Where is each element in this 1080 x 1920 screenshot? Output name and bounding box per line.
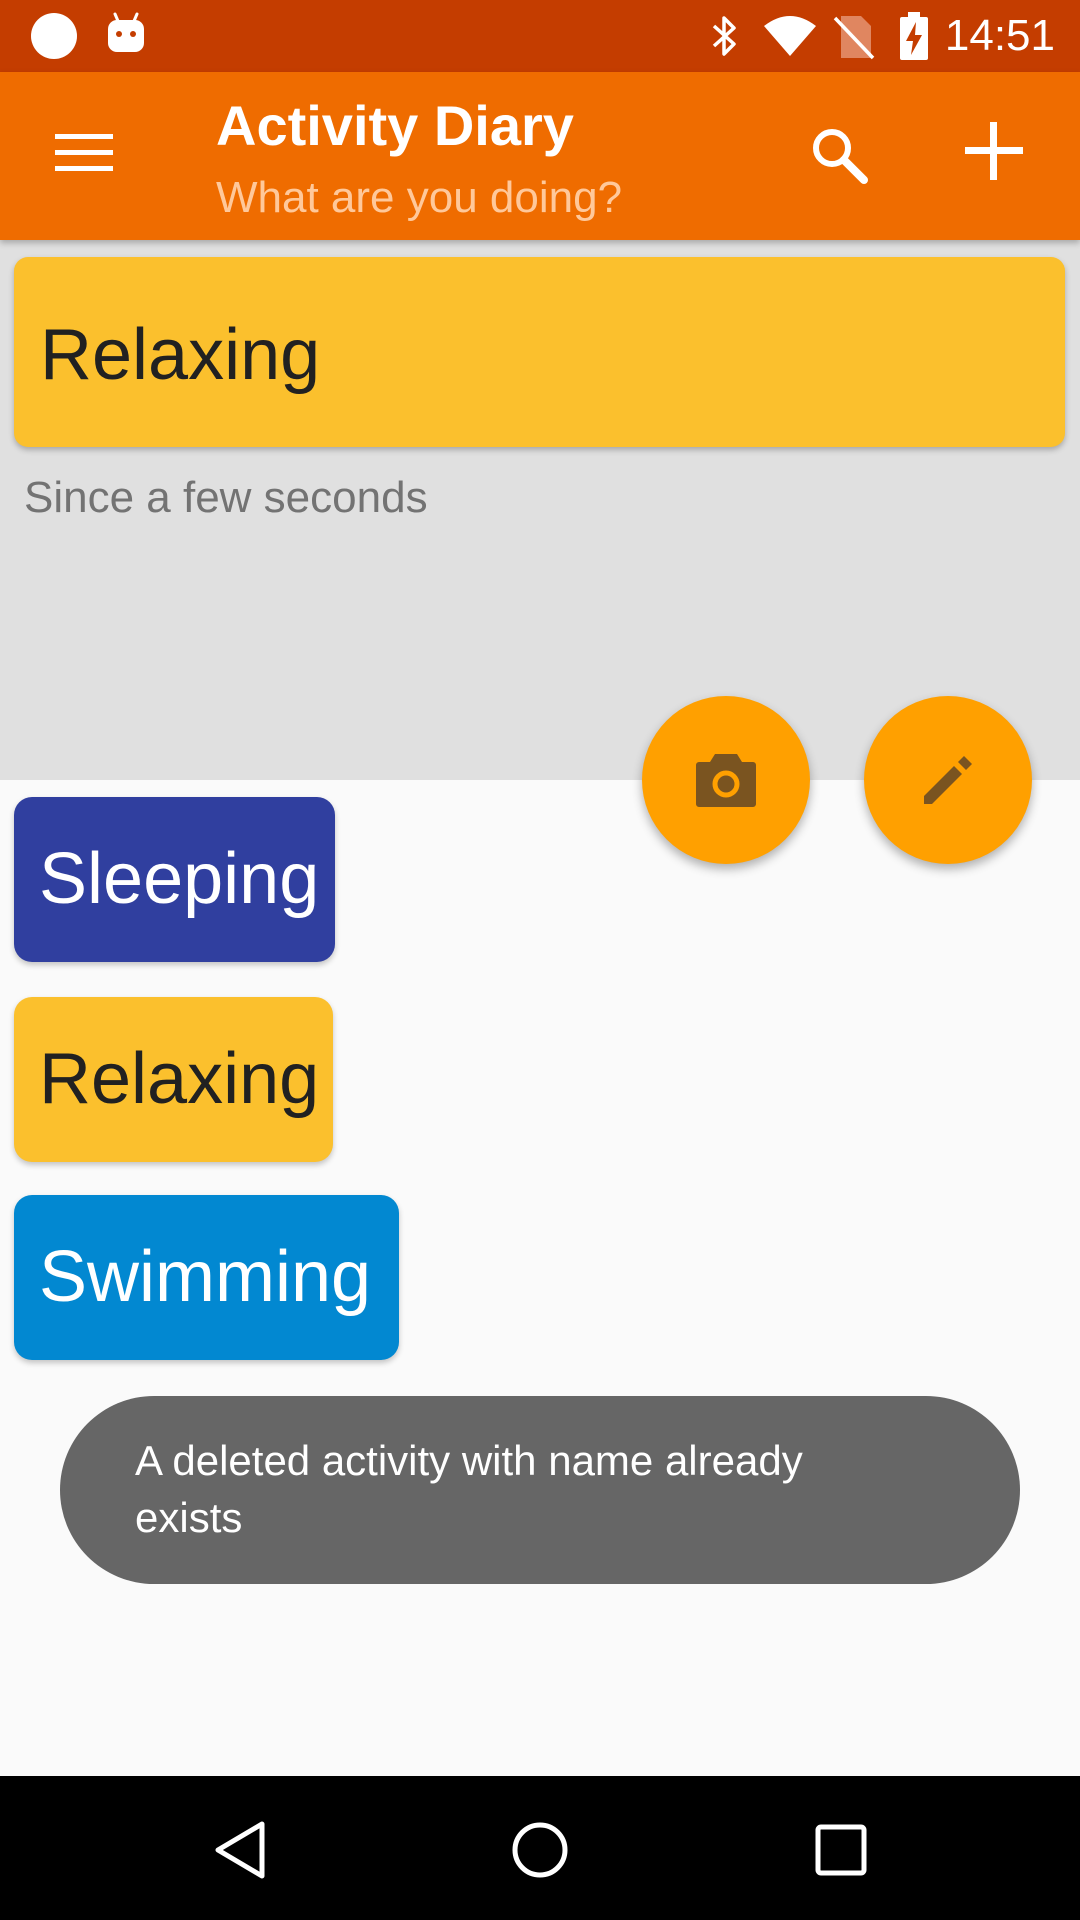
bluetooth-icon xyxy=(712,16,736,56)
add-icon[interactable] xyxy=(963,120,1025,182)
status-time: 14:51 xyxy=(944,11,1055,60)
navigation-bar xyxy=(0,1776,1080,1920)
activity-chip-label: Relaxing xyxy=(39,1039,320,1119)
camera-button[interactable] xyxy=(642,696,810,864)
current-activity-duration: Since a few seconds xyxy=(24,473,428,522)
no-sim-icon xyxy=(833,16,875,60)
current-activity-card[interactable]: Relaxing xyxy=(14,257,1065,447)
activity-chip-sleeping[interactable]: Sleeping xyxy=(14,797,335,962)
menu-icon[interactable] xyxy=(55,132,113,174)
search-icon[interactable] xyxy=(808,124,870,186)
back-icon[interactable] xyxy=(212,1820,268,1880)
status-bar: 14:51 xyxy=(0,0,1080,72)
home-icon[interactable] xyxy=(510,1820,570,1880)
toast-message: A deleted activity with name already exi… xyxy=(60,1396,1020,1584)
wifi-icon xyxy=(764,16,816,56)
toast-text: A deleted activity with name already exi… xyxy=(135,1437,803,1541)
battery-charging-icon xyxy=(900,12,928,60)
edit-icon xyxy=(924,756,972,804)
app-bar: Activity Diary What are you doing? xyxy=(0,72,1080,240)
edit-button[interactable] xyxy=(864,696,1032,864)
recents-icon[interactable] xyxy=(815,1824,867,1876)
android-icon xyxy=(108,12,144,52)
notification-circle-icon xyxy=(31,13,77,59)
camera-icon xyxy=(696,754,756,807)
activity-chip-relaxing[interactable]: Relaxing xyxy=(14,997,333,1162)
activity-chip-label: Swimming xyxy=(39,1237,372,1317)
app-subtitle: What are you doing? xyxy=(216,173,623,222)
current-activity-panel: Relaxing Since a few seconds xyxy=(0,240,1080,780)
app-title: Activity Diary xyxy=(216,94,574,157)
current-activity-name: Relaxing xyxy=(40,315,321,395)
activity-chip-swimming[interactable]: Swimming xyxy=(14,1195,399,1360)
activity-chip-label: Sleeping xyxy=(39,839,320,919)
